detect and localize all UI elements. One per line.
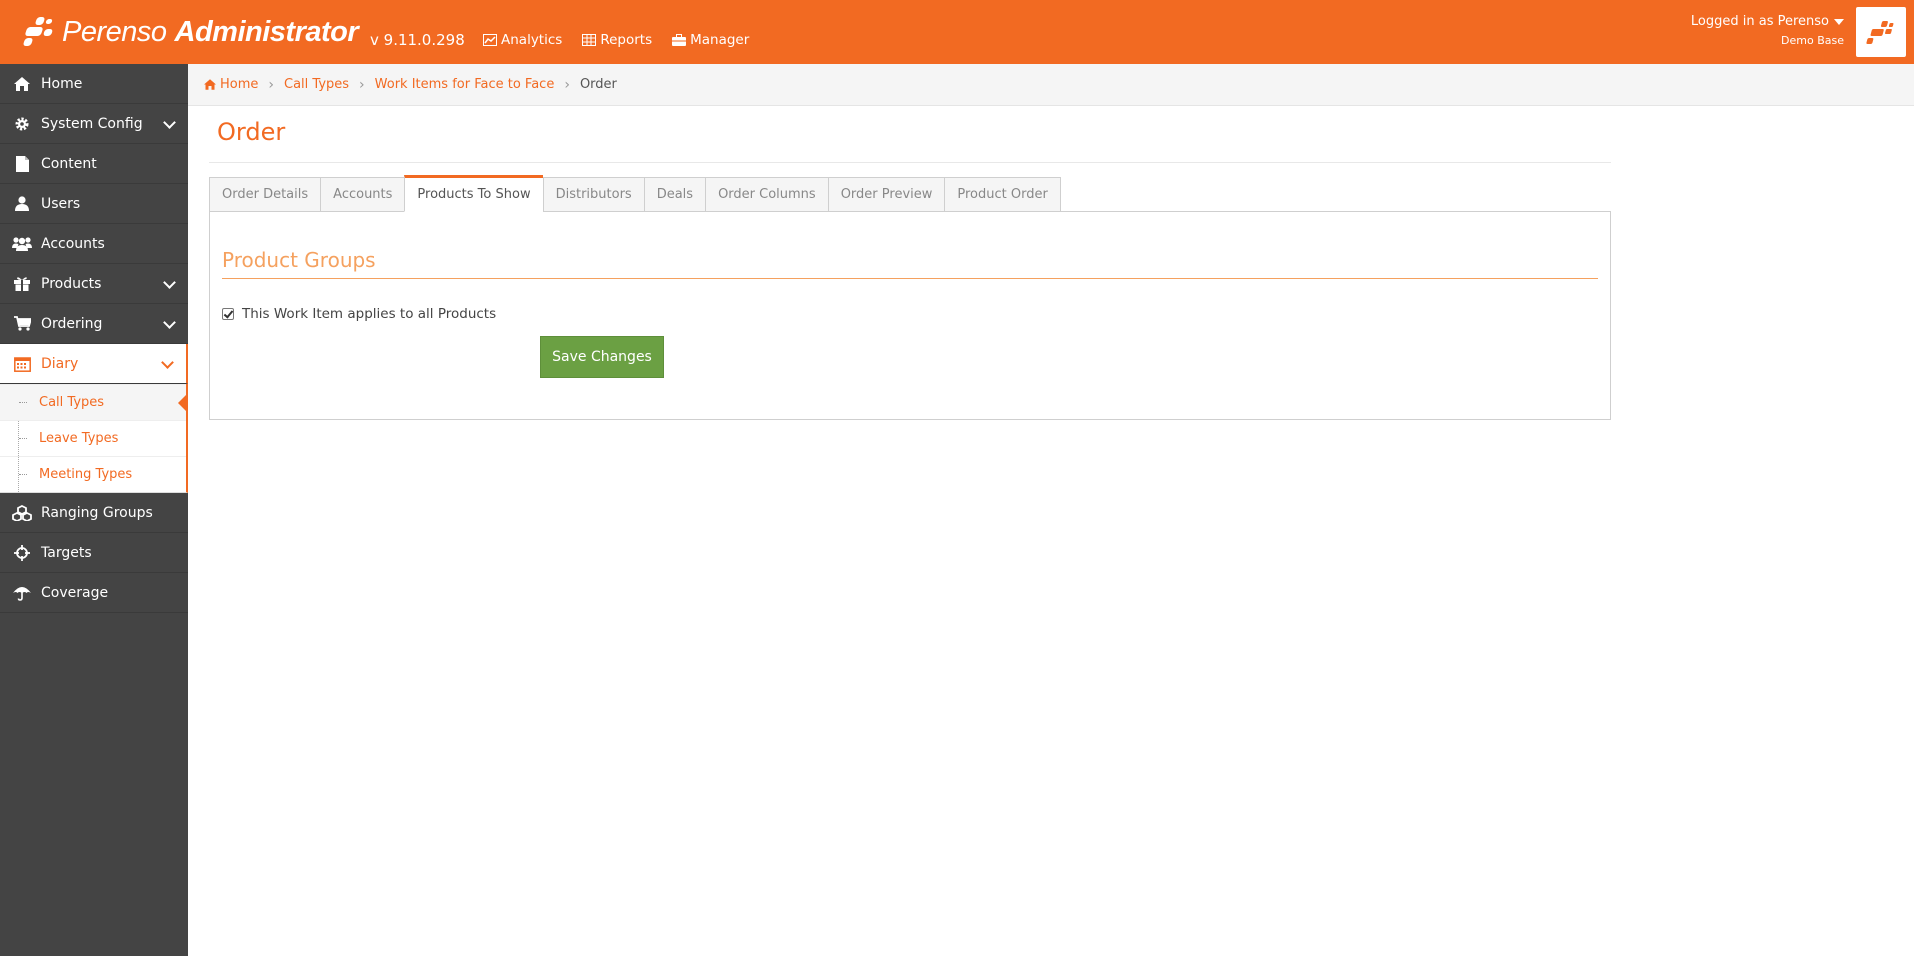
sidebar: Home System Config Content Users Account… (0, 64, 188, 956)
sidebar-item-ordering[interactable]: Ordering (0, 304, 188, 344)
sidebar-item-label: Ordering (41, 315, 103, 332)
sidebar-item-label: Home (41, 75, 83, 92)
tab-bar: Order Details Accounts Products To Show … (209, 175, 1061, 212)
save-changes-button[interactable]: Save Changes (540, 336, 664, 378)
perenso-small-logo-icon (1866, 21, 1894, 44)
nav-reports-label: Reports (600, 32, 653, 48)
title-divider (209, 162, 1611, 163)
calendar-icon (11, 355, 33, 373)
chevron-down-icon (161, 356, 174, 369)
applies-all-products-label: This Work Item applies to all Products (242, 306, 497, 322)
page-title: Order (217, 118, 286, 146)
sidebar-item-label: Content (41, 155, 97, 172)
breadcrumb: Home › Call Types › Work Items for Face … (188, 64, 1914, 106)
section-title: Product Groups (222, 248, 376, 272)
breadcrumb-work-items[interactable]: Work Items for Face to Face (375, 77, 555, 92)
version-label: v 9.11.0.298 (370, 31, 465, 49)
breadcrumb-call-types[interactable]: Call Types (284, 77, 349, 92)
crosshairs-icon (11, 544, 33, 562)
sidebar-item-label: System Config (41, 115, 143, 132)
user-menu[interactable]: Logged in as Perenso Demo Base (1691, 14, 1844, 47)
sidebar-item-diary[interactable]: Diary (0, 344, 188, 384)
sidebar-item-accounts[interactable]: Accounts (0, 224, 188, 264)
nav-analytics-label: Analytics (501, 32, 563, 48)
cart-icon (11, 315, 33, 333)
sidebar-item-targets[interactable]: Targets (0, 533, 188, 573)
chevron-down-icon (163, 116, 176, 129)
breadcrumb-separator: › (268, 76, 274, 93)
avatar[interactable] (1856, 7, 1906, 57)
logged-in-label: Logged in as Perenso (1690, 14, 1829, 29)
sidebar-item-content[interactable]: Content (0, 144, 188, 184)
chevron-down-icon (163, 316, 176, 329)
sidebar-item-label: Coverage (41, 584, 109, 601)
cubes-icon (11, 504, 33, 522)
sidebar-item-users[interactable]: Users (0, 184, 188, 224)
sidebar-item-ranging-groups[interactable]: Ranging Groups (0, 493, 188, 533)
brand-suffix: Administrator (174, 15, 359, 48)
tab-products-to-show[interactable]: Products To Show (404, 175, 543, 212)
breadcrumb-current: Order (579, 77, 617, 92)
sidebar-subitem-leave-types[interactable]: Leave Types (0, 420, 186, 456)
applies-all-products-checkbox[interactable] (222, 308, 234, 320)
tab-accounts[interactable]: Accounts (320, 177, 405, 212)
home-icon (11, 75, 33, 93)
sidebar-item-coverage[interactable]: Coverage (0, 573, 188, 613)
sidebar-item-label: Diary (41, 355, 79, 372)
umbrella-icon (11, 584, 33, 602)
perenso-logo-icon (22, 15, 58, 49)
nav-reports[interactable]: Reports (582, 32, 652, 48)
sidebar-subitem-label: Leave Types (39, 431, 119, 446)
table-icon (582, 34, 597, 46)
breadcrumb-home[interactable]: Home (204, 77, 258, 92)
section-divider (222, 278, 1598, 279)
gear-icon (11, 115, 33, 133)
users-icon (11, 235, 33, 253)
sidebar-item-label: Products (41, 275, 102, 292)
briefcase-icon (672, 34, 687, 46)
sidebar-item-system-config[interactable]: System Config (0, 104, 188, 144)
database-label: Demo Base (1781, 34, 1844, 47)
gift-icon (11, 275, 33, 293)
sidebar-item-home[interactable]: Home (0, 64, 188, 104)
applies-all-products-row: This Work Item applies to all Products (222, 306, 496, 322)
sidebar-item-label: Accounts (41, 235, 105, 252)
tab-panel: Product Groups This Work Item applies to… (209, 211, 1611, 420)
brand-logo[interactable]: Perenso Administrator (22, 12, 359, 52)
sidebar-subitem-meeting-types[interactable]: Meeting Types (0, 456, 186, 492)
tab-order-details[interactable]: Order Details (209, 177, 321, 212)
nav-manager-label: Manager (690, 32, 750, 48)
brand-name: Perenso (62, 15, 167, 48)
sidebar-subitem-call-types[interactable]: Call Types (0, 384, 188, 420)
sidebar-item-products[interactable]: Products (0, 264, 188, 304)
user-icon (11, 195, 33, 213)
file-icon (11, 155, 33, 173)
sidebar-item-label: Ranging Groups (41, 504, 153, 521)
tab-order-preview[interactable]: Order Preview (827, 177, 945, 212)
sidebar-subitem-label: Call Types (39, 395, 105, 410)
caret-down-icon (1834, 18, 1844, 25)
sidebar-item-label: Users (41, 195, 81, 212)
top-nav: Analytics Reports Manager (483, 32, 749, 48)
home-icon (204, 79, 216, 90)
diary-submenu: Call Types Leave Types Meeting Types (0, 384, 188, 493)
breadcrumb-separator: › (359, 76, 365, 93)
nav-manager[interactable]: Manager (672, 32, 749, 48)
sidebar-subitem-label: Meeting Types (39, 467, 133, 482)
tab-distributors[interactable]: Distributors (542, 177, 644, 212)
tab-order-columns[interactable]: Order Columns (705, 177, 828, 212)
nav-analytics[interactable]: Analytics (483, 32, 562, 48)
top-header: Perenso Administrator v 9.11.0.298 Analyt… (0, 0, 1914, 64)
sidebar-item-label: Targets (41, 544, 92, 561)
chevron-down-icon (163, 276, 176, 289)
breadcrumb-separator: › (564, 76, 570, 93)
breadcrumb-home-label: Home (220, 77, 259, 92)
tab-product-order[interactable]: Product Order (944, 177, 1061, 212)
chart-icon (483, 34, 497, 46)
tab-deals[interactable]: Deals (643, 177, 706, 212)
